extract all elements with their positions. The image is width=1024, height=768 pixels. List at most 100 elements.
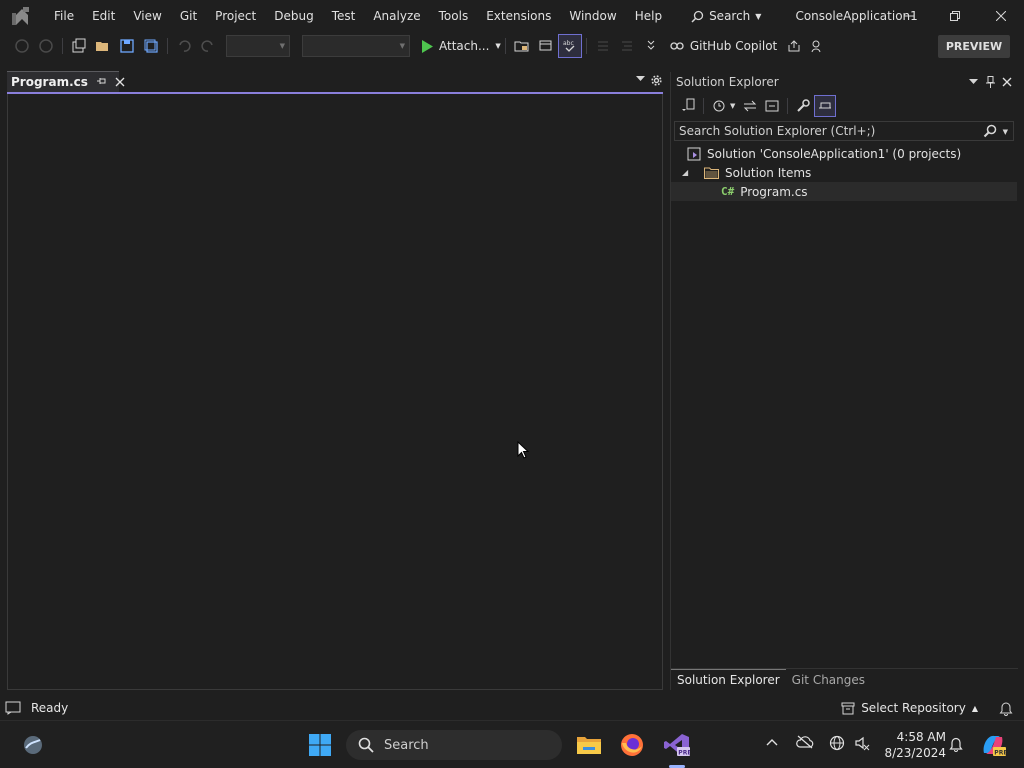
- editor-group: Program.cs: [5, 70, 665, 690]
- firefox-icon[interactable]: [617, 730, 647, 760]
- minimize-icon: [904, 11, 914, 21]
- solution-explorer-panel: Solution Explorer ▼ Search Solution Expl…: [670, 72, 1018, 690]
- redo-button[interactable]: [197, 35, 219, 57]
- comment-button[interactable]: [592, 35, 614, 57]
- globe-icon[interactable]: [829, 735, 845, 751]
- onedrive-icon[interactable]: [796, 735, 814, 749]
- menu-window[interactable]: Window: [560, 0, 625, 32]
- properties-button[interactable]: [793, 96, 813, 116]
- clock-icon: [712, 99, 726, 113]
- folder-icon: [704, 167, 719, 179]
- repository-label: Select Repository: [861, 701, 966, 715]
- chevron-down-icon[interactable]: ▼: [1003, 128, 1008, 136]
- chevron-down-icon[interactable]: [969, 79, 978, 85]
- platform-combo[interactable]: ▼: [302, 35, 410, 57]
- pin-icon[interactable]: [96, 77, 106, 87]
- chevron-down-icon[interactable]: [636, 76, 645, 82]
- preview-selected-items-button[interactable]: [814, 94, 837, 117]
- overflow-icon: [647, 39, 655, 53]
- layout-button[interactable]: [535, 35, 557, 57]
- sync-with-document-button[interactable]: [740, 96, 760, 116]
- widgets-icon[interactable]: [22, 734, 44, 756]
- tree-item-program-cs[interactable]: C# Program.cs: [671, 182, 1017, 201]
- restore-button[interactable]: [932, 0, 978, 32]
- system-clock[interactable]: 4:58 AM 8/23/2024: [878, 729, 946, 761]
- select-repository-button[interactable]: Select Repository ▲: [841, 701, 978, 715]
- menu-view[interactable]: View: [124, 0, 170, 32]
- menu-bar: File Edit View Git Project Debug Test An…: [45, 0, 671, 32]
- save-button[interactable]: [116, 35, 138, 57]
- chevron-up-icon[interactable]: [766, 738, 778, 746]
- close-icon[interactable]: [115, 77, 125, 87]
- tree-item-solution[interactable]: Solution 'ConsoleApplication1' (0 projec…: [671, 144, 1017, 163]
- navigate-forward-button[interactable]: [35, 35, 57, 57]
- configuration-combo[interactable]: ▼: [226, 35, 290, 57]
- visual-studio-icon[interactable]: PRE: [662, 730, 692, 760]
- pending-changes-filter-button[interactable]: [709, 96, 729, 116]
- code-editor[interactable]: [7, 94, 663, 690]
- menu-tools[interactable]: Tools: [430, 0, 478, 32]
- tab-program-cs[interactable]: Program.cs: [7, 71, 125, 92]
- gear-icon[interactable]: [651, 75, 662, 86]
- pin-icon[interactable]: [986, 76, 995, 88]
- menu-edit[interactable]: Edit: [83, 0, 124, 32]
- new-project-button[interactable]: [68, 35, 90, 57]
- browse-button[interactable]: [511, 35, 533, 57]
- bell-icon[interactable]: [949, 736, 963, 752]
- menu-extensions[interactable]: Extensions: [477, 0, 560, 32]
- output-window-icon[interactable]: [5, 701, 31, 715]
- save-icon: [120, 39, 134, 53]
- taskbar-search-input[interactable]: Search: [346, 730, 562, 760]
- chevron-down-icon[interactable]: ▼: [730, 102, 735, 110]
- close-icon: [996, 11, 1006, 21]
- menu-analyze[interactable]: Analyze: [364, 0, 429, 32]
- open-file-button[interactable]: [92, 35, 114, 57]
- attach-button[interactable]: Attach... ▼: [422, 35, 501, 57]
- menu-debug[interactable]: Debug: [265, 0, 322, 32]
- tree-item-solution-items[interactable]: ◢ Solution Items: [671, 163, 1017, 182]
- expand-arrow-icon[interactable]: ◢: [682, 168, 692, 177]
- menu-git[interactable]: Git: [171, 0, 206, 32]
- bell-icon[interactable]: [999, 701, 1013, 716]
- tab-solution-explorer[interactable]: Solution Explorer: [671, 669, 786, 690]
- preview-button[interactable]: PREVIEW: [938, 35, 1010, 58]
- feedback-button[interactable]: [807, 35, 829, 57]
- menu-help[interactable]: Help: [626, 0, 671, 32]
- solution-icon: [687, 147, 701, 161]
- github-copilot-button[interactable]: GitHub Copilot: [669, 39, 777, 53]
- search-icon[interactable]: [983, 124, 997, 138]
- navigate-back-button[interactable]: [11, 35, 33, 57]
- menu-test[interactable]: Test: [323, 0, 365, 32]
- tab-label: Program.cs: [11, 75, 88, 89]
- windows-start-icon[interactable]: [308, 733, 332, 757]
- preview-icon: [818, 99, 832, 113]
- volume-muted-icon[interactable]: [854, 735, 870, 751]
- share-button[interactable]: [783, 35, 805, 57]
- toolbar-overflow-button[interactable]: [640, 35, 662, 57]
- chevron-up-icon: ▲: [971, 703, 978, 713]
- play-icon: [422, 39, 433, 53]
- menu-file[interactable]: File: [45, 0, 83, 32]
- switch-views-button[interactable]: [678, 96, 698, 116]
- uncomment-button[interactable]: [616, 35, 638, 57]
- search-label: Search: [709, 9, 751, 23]
- save-all-button[interactable]: [140, 35, 162, 57]
- spell-check-button[interactable]: abc: [557, 34, 582, 58]
- collapse-all-button[interactable]: [762, 96, 782, 116]
- tab-git-changes[interactable]: Git Changes: [786, 670, 871, 690]
- copilot-label: GitHub Copilot: [689, 39, 778, 53]
- collapse-all-icon: [765, 99, 779, 113]
- undo-button[interactable]: [173, 35, 195, 57]
- toolbar-separator: [504, 38, 506, 54]
- solution-explorer-search-input[interactable]: Search Solution Explorer (Ctrl+;) ▼: [674, 121, 1014, 141]
- feature-search-button[interactable]: Search ▼: [685, 4, 767, 28]
- menu-project[interactable]: Project: [206, 0, 265, 32]
- svg-text:abc: abc: [563, 40, 574, 47]
- close-icon[interactable]: [1002, 77, 1012, 87]
- file-explorer-icon[interactable]: [574, 730, 604, 760]
- tool-window-tabs: Solution Explorer Git Changes: [671, 668, 1018, 690]
- layout-icon: [538, 38, 554, 54]
- minimize-button[interactable]: [886, 0, 932, 32]
- copilot-icon[interactable]: PRE: [980, 733, 1006, 757]
- close-button[interactable]: [978, 0, 1024, 32]
